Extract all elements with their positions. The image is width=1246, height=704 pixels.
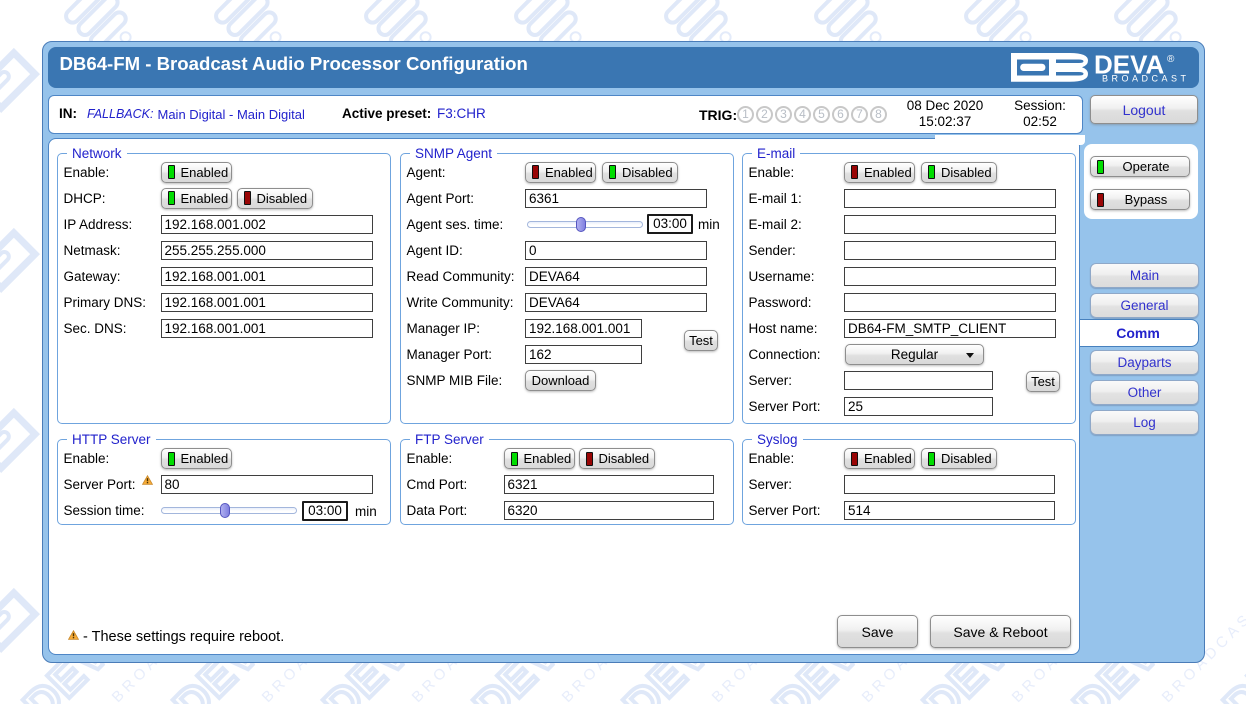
svg-text:®: ® (1167, 54, 1175, 65)
svg-text:BROADCAST: BROADCAST (1102, 74, 1190, 84)
